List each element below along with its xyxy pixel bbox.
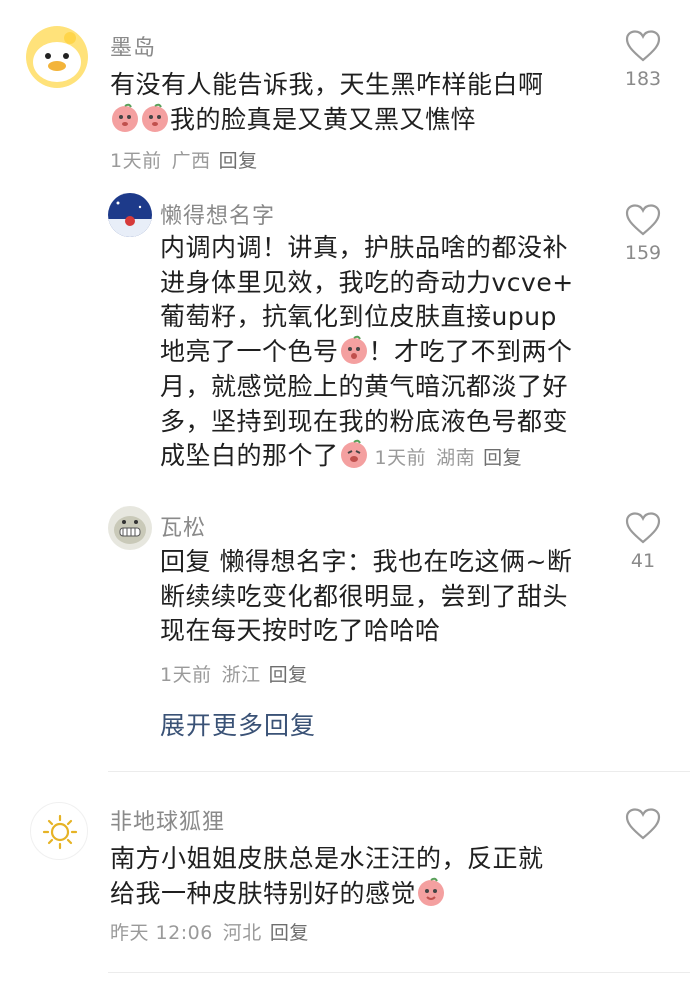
comment-line-text: ！才吃了不到两个 <box>368 337 573 367</box>
comment-line-text: 地亮了一个色号 <box>160 337 339 367</box>
divider <box>108 972 690 973</box>
comment-line: 断续续吃变化都很明显，尝到了甜头 <box>160 581 569 611</box>
comment-location: 湖南 <box>436 447 476 470</box>
avatar[interactable] <box>108 193 152 237</box>
avatar[interactable] <box>108 506 152 550</box>
like-button[interactable]: 183 <box>613 30 673 90</box>
reply-button[interactable]: 回复 <box>219 150 258 172</box>
divider <box>108 771 690 772</box>
comment-line: 有没有人能告诉我，天生黑咋样能白啊 <box>110 70 544 99</box>
comment-line: 现在每天按时吃了哈哈哈 <box>160 616 441 646</box>
comment-line-text: 成坠白的那个了 <box>160 441 339 471</box>
comment-line: 葡萄籽，抗氧化到位皮肤直接upup <box>160 302 557 332</box>
comment-text: 有没有人能告诉我，天生黑咋样能白啊 我的脸真是又黄又黑又憔悴 <box>110 68 544 137</box>
like-count: 183 <box>624 68 662 90</box>
comment-line: 南方小姐姐皮肤总是水汪汪的，反正就 <box>110 844 544 873</box>
expand-more-replies-link[interactable]: 展开更多回复 <box>160 706 316 742</box>
comment-author[interactable]: 非地球狐狸 <box>110 804 225 836</box>
like-button[interactable]: 41 <box>613 512 673 572</box>
night-scene-avatar-icon <box>108 193 152 237</box>
avatar[interactable] <box>26 26 88 88</box>
comment-location: 河北 <box>222 922 262 944</box>
comment-line: 月，就感觉脸上的黄气暗沉都淡了好 <box>160 371 569 401</box>
comment-line: 进身体里见效，我吃的奇动力vcve+ <box>160 267 574 297</box>
peach-emoji-icon <box>140 103 170 133</box>
comment-time: 1天前 <box>110 150 162 172</box>
heart-outline-icon <box>625 808 661 840</box>
like-button[interactable]: 159 <box>613 204 673 264</box>
comment-text: 回复 懒得想名字：我也在吃这俩~断 断续续吃变化都很明显，尝到了甜头 现在每天按… <box>160 545 600 649</box>
comment-location: 浙江 <box>221 664 261 686</box>
comment-author[interactable]: 瓦松 <box>160 510 206 542</box>
heart-outline-icon <box>625 204 661 236</box>
comment-line: 成坠白的那个了 1天前 湖南 回复 <box>160 439 600 476</box>
comment-line: 我的脸真是又黄又黑又憔悴 <box>110 103 544 138</box>
comment-text: 南方小姐姐皮肤总是水汪汪的，反正就 给我一种皮肤特别好的感觉 <box>110 842 590 911</box>
comment-line: 内调内调！讲真，护肤品啥的都没补 <box>160 233 569 262</box>
comment-line: 多，坚持到现在我的粉底液色号都变 <box>160 406 569 436</box>
peach-emoji-icon <box>339 335 369 365</box>
comment-time: 1天前 <box>374 447 427 470</box>
like-button[interactable] <box>613 808 673 840</box>
comment-text: 内调内调！讲真，护肤品啥的都没补 进身体里见效，我吃的奇动力vcve+ 葡萄籽，… <box>160 231 600 476</box>
comment-meta: 1天前 浙江 回复 <box>160 660 308 687</box>
comment-meta: 昨天 12:06 河北 回复 <box>110 918 309 945</box>
comment-line: 回复 懒得想名字：我也在吃这俩~断 <box>160 547 573 576</box>
comment-author[interactable]: 墨岛 <box>110 30 156 62</box>
avatar[interactable] <box>30 802 88 860</box>
reply-button[interactable]: 回复 <box>270 922 309 944</box>
peach-emoji-icon <box>110 103 140 133</box>
comment-author[interactable]: 懒得想名字 <box>160 198 275 230</box>
comment-line-text: 我的脸真是又黄又黑又憔悴 <box>170 104 477 134</box>
comment-line: 给我一种皮肤特别好的感觉 <box>110 877 590 912</box>
sun-avatar-icon <box>42 814 78 850</box>
like-count: 159 <box>624 242 662 264</box>
comment-line: 地亮了一个色号 ！才吃了不到两个 <box>160 335 600 370</box>
like-count: 41 <box>630 550 656 572</box>
duck-avatar-icon <box>26 26 88 88</box>
reply-button[interactable]: 回复 <box>483 447 522 469</box>
heart-outline-icon <box>625 30 661 62</box>
comment-location: 广西 <box>171 150 211 172</box>
heart-outline-icon <box>625 512 661 544</box>
peach-emoji-icon <box>339 439 369 469</box>
comment-meta: 1天前 广西 回复 <box>110 146 258 173</box>
comment-line-text: 给我一种皮肤特别好的感觉 <box>110 878 417 908</box>
cartoon-face-avatar-icon <box>108 506 152 550</box>
reply-button[interactable]: 回复 <box>269 664 308 686</box>
comment-time: 1天前 <box>160 664 212 686</box>
peach-emoji-icon <box>416 877 446 907</box>
comment-time: 昨天 12:06 <box>110 922 213 944</box>
